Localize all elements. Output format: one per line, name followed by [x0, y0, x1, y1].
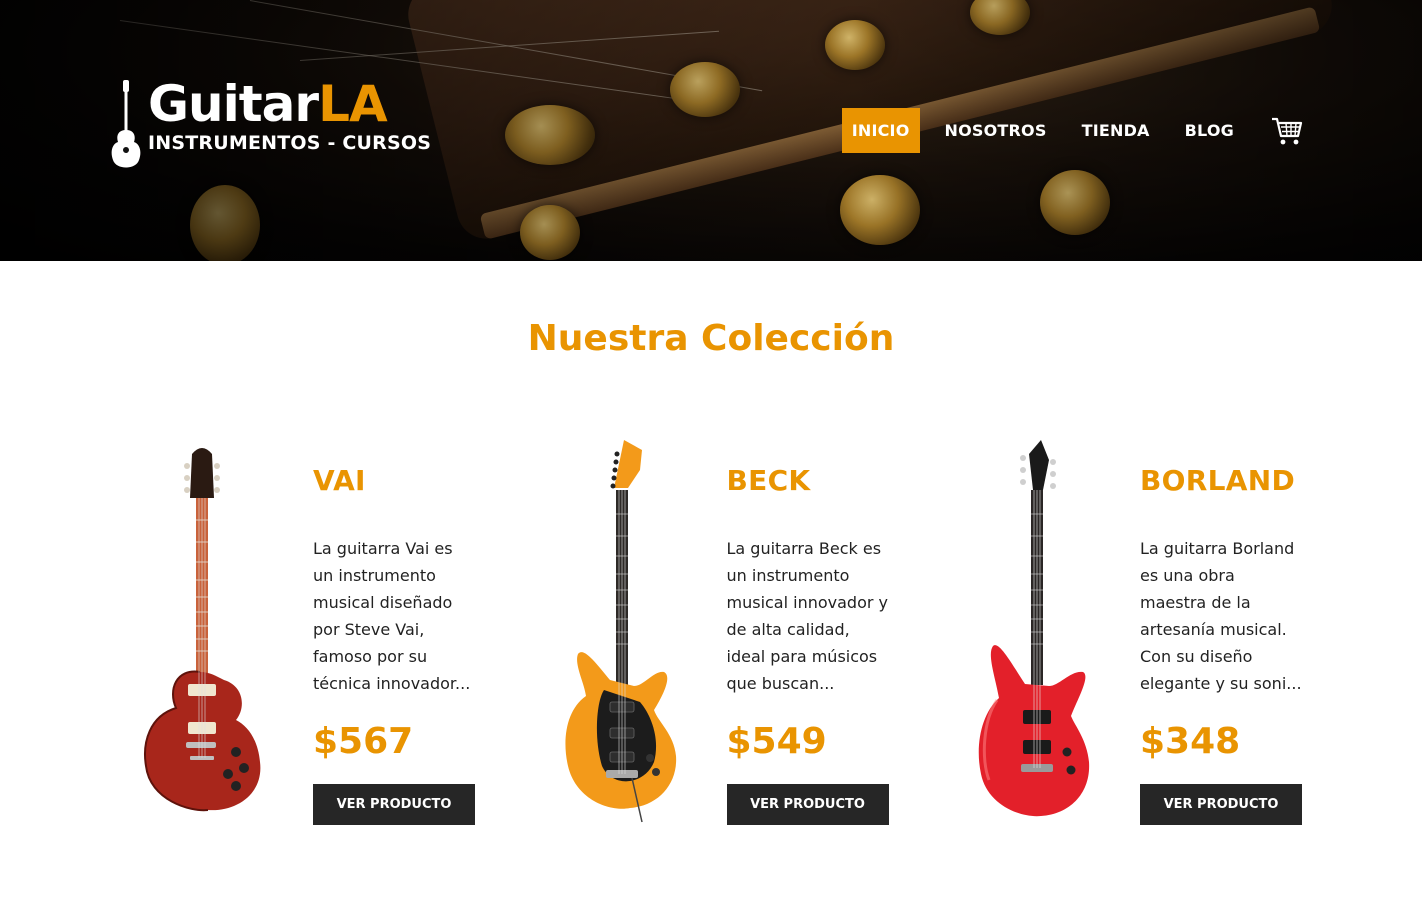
ver-producto-button[interactable]: VER PRODUCTO	[313, 784, 475, 825]
page-title: Nuestra Colección	[527, 318, 895, 359]
logo-subtitle: INSTRUMENTOS - CURSOS	[148, 132, 432, 154]
product-price: $567	[313, 721, 414, 762]
nav-item-blog[interactable]: BLOG	[1175, 108, 1244, 153]
product-description: La guitarra Borland es una obra maestra …	[1140, 539, 1302, 693]
cart-icon[interactable]	[1270, 114, 1304, 148]
guitar-vai-image	[144, 448, 261, 812]
product-name: VAI	[313, 464, 366, 497]
guitar-logo-icon	[111, 80, 141, 168]
product-name: BORLAND	[1140, 464, 1295, 497]
logo-title: GuitarLA	[148, 75, 388, 133]
site-logo[interactable]: GuitarLA INSTRUMENTOS - CURSOS	[110, 78, 431, 174]
product-list: VAI La guitarra Vai es un instrumento mu…	[140, 440, 1302, 840]
ver-producto-button[interactable]: VER PRODUCTO	[1140, 784, 1302, 825]
nav-item-tienda[interactable]: TIENDA	[1072, 108, 1160, 153]
site-header: GuitarLA INSTRUMENTOS - CURSOS INICIO NO…	[0, 0, 1422, 261]
product-description: La guitarra Vai es un instrumento musica…	[313, 539, 471, 693]
product-card: BORLAND La guitarra Borland es una obra …	[967, 440, 1302, 840]
product-card: VAI La guitarra Vai es un instrumento mu…	[140, 440, 475, 840]
nav-item-nosotros[interactable]: NOSOTROS	[935, 108, 1057, 153]
guitar-borland-image	[978, 440, 1090, 817]
product-name: BECK	[726, 464, 811, 497]
product-price: $549	[726, 721, 827, 762]
product-description: La guitarra Beck es un instrumento music…	[726, 539, 889, 693]
nav-item-inicio[interactable]: INICIO	[841, 108, 920, 153]
guitar-beck-image	[564, 440, 676, 823]
product-card: BECK La guitarra Beck es un instrumento …	[554, 440, 889, 840]
ver-producto-button[interactable]: VER PRODUCTO	[726, 784, 889, 825]
product-price: $348	[1140, 721, 1241, 762]
main-nav: INICIO NOSOTROS TIENDA BLOG	[841, 108, 1304, 153]
